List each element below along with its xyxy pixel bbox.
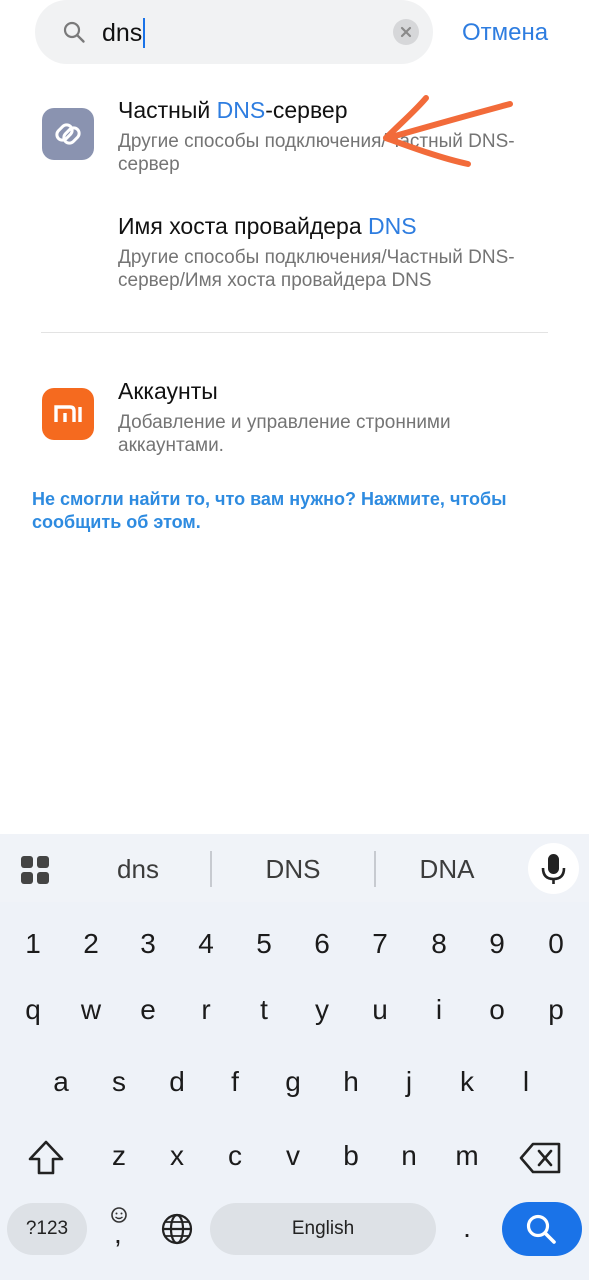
key-k[interactable]: k — [447, 1064, 487, 1100]
backspace-icon — [519, 1142, 561, 1174]
key-g[interactable]: g — [273, 1064, 313, 1100]
key-5[interactable]: 5 — [244, 926, 284, 962]
key-0[interactable]: 0 — [536, 926, 576, 962]
key-s[interactable]: s — [99, 1064, 139, 1100]
key-c[interactable]: c — [215, 1138, 255, 1174]
mi-logo-icon — [42, 388, 94, 440]
microphone-icon — [541, 854, 566, 884]
key-d[interactable]: d — [157, 1064, 197, 1100]
clear-search-button[interactable] — [393, 19, 419, 45]
cancel-button[interactable]: Отмена — [462, 18, 548, 48]
key-v[interactable]: v — [273, 1138, 313, 1174]
key-6[interactable]: 6 — [302, 926, 342, 962]
suggestion-item[interactable]: dns — [78, 852, 198, 886]
space-key[interactable]: English — [210, 1203, 436, 1255]
close-icon — [400, 26, 412, 38]
suggestion-item[interactable]: DNS — [233, 852, 353, 886]
suggestion-item[interactable]: DNA — [387, 852, 507, 886]
key-m[interactable]: m — [447, 1138, 487, 1174]
key-a[interactable]: a — [41, 1064, 81, 1100]
key-o[interactable]: o — [477, 992, 517, 1028]
key-r[interactable]: r — [186, 992, 226, 1028]
divider — [41, 332, 548, 333]
key-w[interactable]: w — [71, 992, 111, 1028]
feedback-link[interactable]: Не смогли найти то, что вам нужно? Нажми… — [32, 488, 552, 534]
text-caret — [143, 18, 146, 48]
key-p[interactable]: p — [536, 992, 576, 1028]
key-i[interactable]: i — [419, 992, 459, 1028]
emoji-comma-key[interactable]: , — [104, 1204, 134, 1254]
globe-icon — [161, 1213, 193, 1245]
key-y[interactable]: y — [302, 992, 342, 1028]
search-icon — [526, 1214, 556, 1244]
search-input[interactable]: dns — [102, 18, 146, 48]
search-query: dns — [102, 19, 143, 47]
key-h[interactable]: h — [331, 1064, 371, 1100]
result-title: Имя хоста провайдера DNS — [118, 213, 417, 239]
symbols-key[interactable]: ?123 — [7, 1203, 87, 1255]
shift-icon — [28, 1140, 64, 1175]
key-8[interactable]: 8 — [419, 926, 459, 962]
shift-key[interactable] — [26, 1138, 66, 1178]
key-7[interactable]: 7 — [360, 926, 400, 962]
language-key[interactable] — [160, 1212, 194, 1246]
backspace-key[interactable] — [519, 1140, 563, 1176]
key-e[interactable]: e — [128, 992, 168, 1028]
key-u[interactable]: u — [360, 992, 400, 1028]
suggestion-divider — [210, 851, 212, 887]
key-b[interactable]: b — [331, 1138, 371, 1174]
key-f[interactable]: f — [215, 1064, 255, 1100]
key-4[interactable]: 4 — [186, 926, 226, 962]
orange-arrow — [383, 95, 513, 167]
result-title: Частный DNS-сервер — [118, 97, 348, 123]
suggestion-divider — [374, 851, 376, 887]
key-3[interactable]: 3 — [128, 926, 168, 962]
key-9[interactable]: 9 — [477, 926, 517, 962]
search-submit-key[interactable] — [502, 1202, 582, 1256]
key-x[interactable]: x — [157, 1138, 197, 1174]
link-icon — [42, 108, 94, 160]
result-subtitle: Другие способы подключения/Частный DNS-с… — [118, 247, 515, 291]
voice-input-button[interactable] — [528, 843, 579, 894]
key-t[interactable]: t — [244, 992, 284, 1028]
key-j[interactable]: j — [389, 1064, 429, 1100]
apps-grid-icon[interactable] — [20, 855, 50, 885]
search-bar[interactable] — [35, 0, 433, 64]
key-l[interactable]: l — [506, 1064, 546, 1100]
result-title: Аккаунты — [118, 378, 218, 404]
comma-label: , — [114, 1218, 122, 1249]
result-subtitle: Добавление и управление стронними аккаун… — [118, 412, 451, 456]
key-n[interactable]: n — [389, 1138, 429, 1174]
search-icon — [63, 21, 85, 43]
key-2[interactable]: 2 — [71, 926, 111, 962]
key-q[interactable]: q — [13, 992, 53, 1028]
key-1[interactable]: 1 — [13, 926, 53, 962]
key-z[interactable]: z — [99, 1138, 139, 1174]
period-key[interactable]: . — [447, 1210, 487, 1246]
